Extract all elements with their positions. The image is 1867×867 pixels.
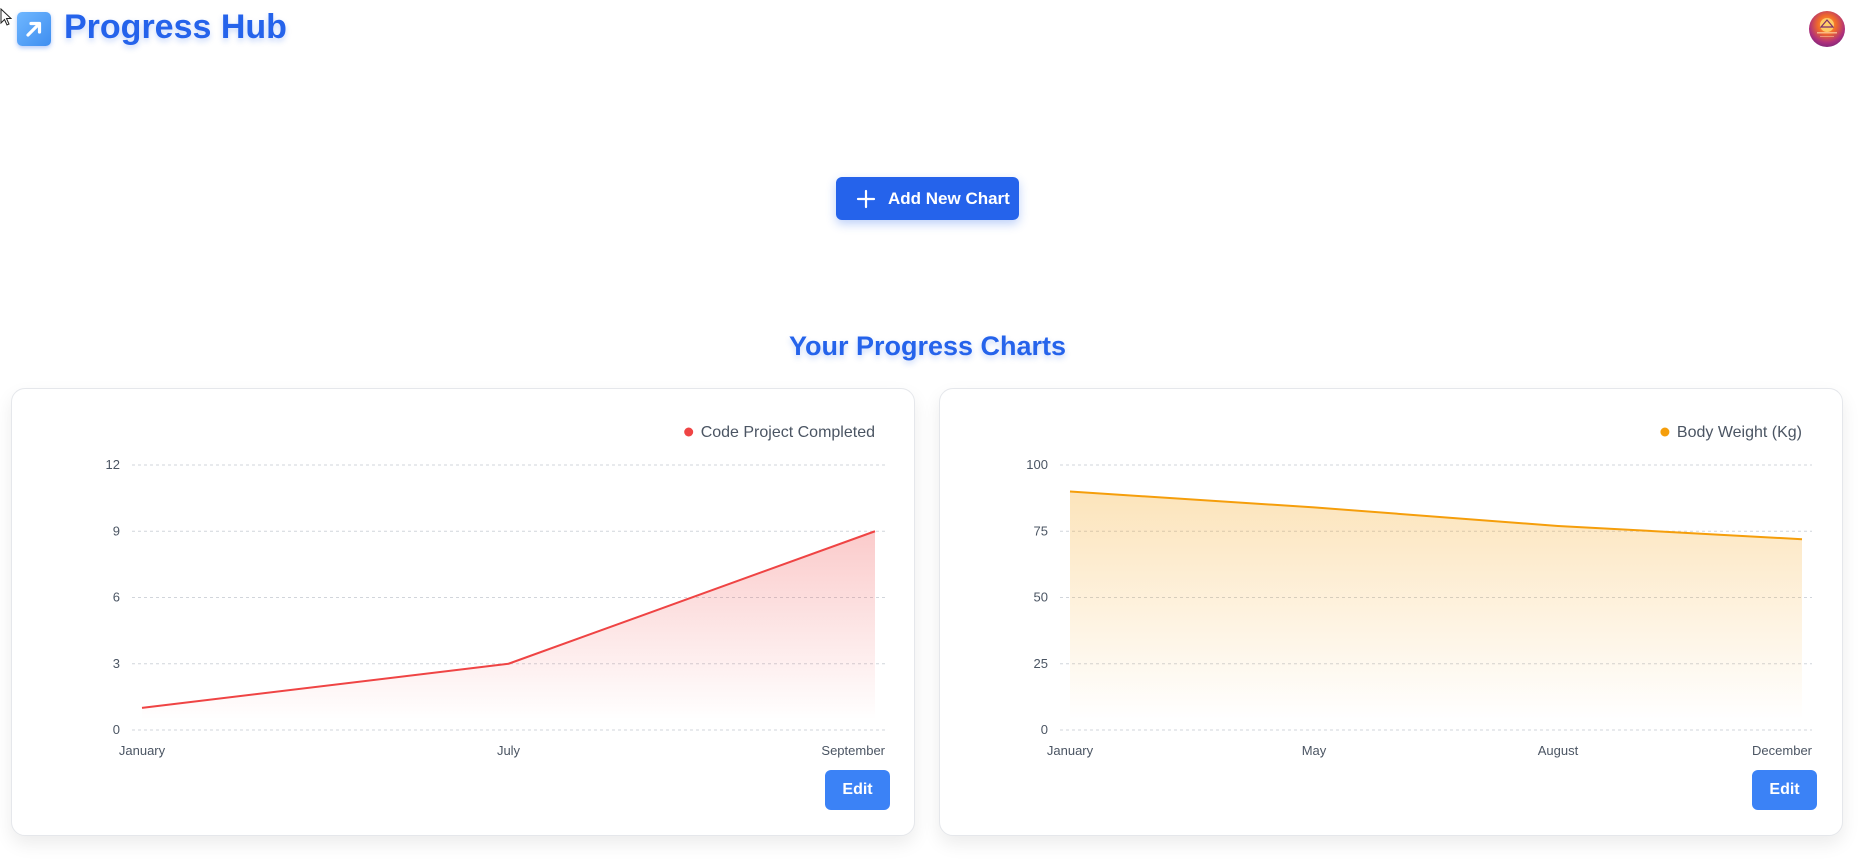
- y-tick-label: 0: [113, 722, 120, 737]
- y-tick-label: 12: [106, 457, 120, 472]
- edit-chart-button[interactable]: Edit: [825, 770, 890, 810]
- chart-code-project: 0 3 6 9 12 January July September Code Project C…: [106, 424, 886, 758]
- y-tick-label: 75: [1034, 523, 1048, 538]
- y-tick-label: 3: [113, 656, 120, 671]
- y-tick-label: 9: [113, 523, 120, 538]
- y-tick-label: 25: [1034, 656, 1048, 671]
- x-tick-label: January: [1047, 743, 1094, 758]
- legend-dot: [684, 427, 694, 437]
- legend-label: Body Weight (Kg): [1677, 424, 1802, 441]
- app-header: Progress Hub: [0, 0, 1867, 58]
- sunset-avatar-icon: [1817, 18, 1837, 37]
- x-tick-label: December: [1752, 743, 1813, 758]
- x-tick-label: August: [1538, 743, 1579, 758]
- app-title: Progress Hub: [64, 8, 287, 46]
- section-title: Your Progress Charts: [788, 331, 1067, 361]
- series-area: [142, 531, 875, 720]
- plus-icon: [856, 189, 876, 209]
- edit-chart-button[interactable]: Edit: [1752, 770, 1817, 810]
- y-tick-label: 0: [1041, 722, 1048, 737]
- chart-card-body-weight: 0 25 50 75 100 January May August December Body W…: [939, 388, 1843, 836]
- series-area: [1070, 491, 1802, 720]
- y-tick-label: 100: [1026, 457, 1048, 472]
- y-tick-label: 50: [1034, 590, 1048, 605]
- add-new-chart-label: Add New Chart: [888, 189, 1010, 208]
- y-tick-label: 6: [113, 590, 120, 605]
- x-tick-label: September: [821, 743, 885, 758]
- chart-card-code-project: 0 3 6 9 12 January July September Code Project C…: [11, 388, 915, 836]
- legend-label: Code Project Completed: [701, 424, 875, 441]
- x-tick-label: July: [497, 743, 521, 758]
- legend-dot: [1660, 427, 1670, 437]
- arrow-up-right-icon: [17, 12, 51, 46]
- chart-body-weight: 0 25 50 75 100 January May August December Body W…: [1026, 424, 1813, 758]
- add-new-chart-button[interactable]: Add New Chart: [836, 177, 1019, 220]
- x-tick-label: May: [1302, 743, 1327, 758]
- user-avatar[interactable]: [1809, 11, 1845, 47]
- x-tick-label: January: [119, 743, 166, 758]
